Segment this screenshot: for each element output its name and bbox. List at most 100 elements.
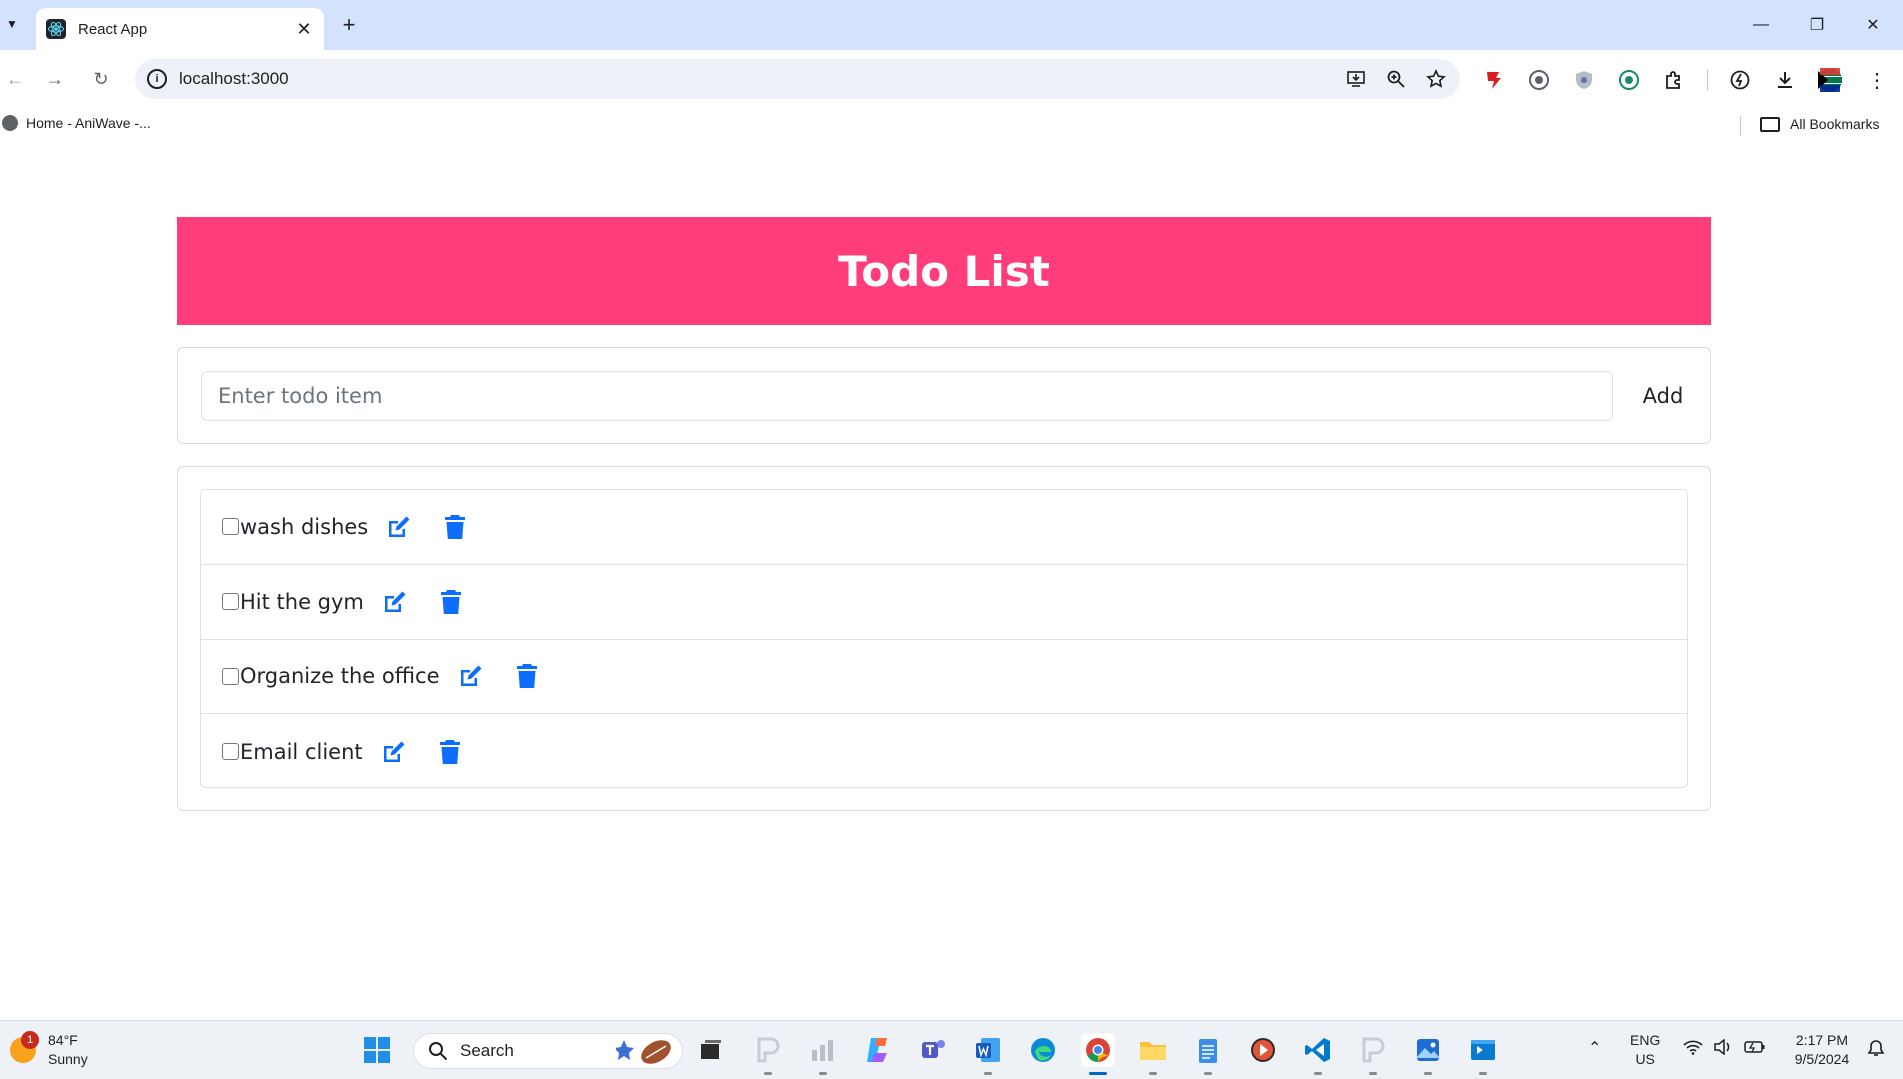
bookmark-aniwave[interactable]: Home - AniWave -... <box>2 115 151 131</box>
address-bar[interactable]: i localhost:3000 <box>135 59 1460 99</box>
todo-checkbox[interactable] <box>222 667 239 685</box>
todo-input[interactable] <box>201 371 1613 421</box>
tab-search-icon[interactable]: ▼ <box>2 14 22 34</box>
app-header: Todo List <box>177 217 1711 325</box>
clock-date: 9/5/2024 <box>1794 1051 1850 1067</box>
language-code: ENG <box>1630 1032 1661 1048</box>
avatar[interactable] <box>1816 66 1844 94</box>
file-explorer-icon[interactable] <box>1136 1033 1170 1075</box>
wifi-icon[interactable] <box>1683 1039 1703 1060</box>
extension-red-icon[interactable] <box>1480 66 1508 94</box>
edit-icon[interactable] <box>456 661 486 691</box>
weather-condition: Sunny <box>48 1051 88 1067</box>
chrome-icon[interactable] <box>1081 1033 1115 1075</box>
back-icon[interactable]: ← <box>0 64 30 94</box>
extensions-puzzle-icon[interactable] <box>1660 66 1688 94</box>
todo-list-card: wash dishes Hit the gym Organize the off… <box>177 466 1711 811</box>
globe-icon <box>2 115 18 131</box>
minimize-icon[interactable]: — <box>1741 10 1781 40</box>
reload-icon[interactable]: ↻ <box>86 64 116 94</box>
clock-time: 2:17 PM <box>1795 1032 1849 1048</box>
todo-text: Email client <box>240 739 363 764</box>
region-code: US <box>1635 1051 1655 1067</box>
edge-icon[interactable] <box>1026 1033 1060 1067</box>
language-indicator[interactable]: ENG US <box>1630 1031 1660 1069</box>
zoom-icon[interactable] <box>1380 63 1412 95</box>
volume-icon[interactable] <box>1713 1038 1733 1060</box>
teams-icon[interactable] <box>916 1033 950 1067</box>
chart-app-icon[interactable] <box>806 1033 840 1075</box>
list-item: Organize the office <box>201 640 1687 715</box>
edit-icon[interactable] <box>380 587 410 617</box>
vscode-icon[interactable] <box>1301 1033 1335 1075</box>
browser-toolbar: ← → ↻ i localhost:3000 ⋮ <box>0 50 1903 108</box>
all-bookmarks-label: All Bookmarks <box>1790 116 1880 132</box>
trash-icon[interactable] <box>440 512 470 542</box>
bookmark-star-icon[interactable] <box>1420 63 1452 95</box>
bookmark-label: Home - AniWave -... <box>26 115 151 131</box>
photos-icon[interactable] <box>1411 1033 1445 1075</box>
todo-checkbox[interactable] <box>222 518 239 536</box>
app-p-icon-2[interactable] <box>1356 1033 1390 1075</box>
notifications-icon[interactable] <box>1867 1039 1885 1062</box>
download-icon[interactable] <box>1771 66 1799 94</box>
copilot-icon[interactable] <box>861 1033 895 1067</box>
todo-text: Organize the office <box>240 664 440 689</box>
menu-kebab-icon[interactable]: ⋮ <box>1863 66 1891 94</box>
list-item: Email client <box>201 714 1687 789</box>
temperature: 84°F <box>48 1032 78 1048</box>
browser-tab[interactable]: React App ✕ <box>36 8 324 50</box>
add-button[interactable]: Add <box>1628 371 1698 421</box>
trash-icon[interactable] <box>435 737 465 767</box>
show-hidden-icons-icon[interactable]: ⌃ <box>1588 1039 1601 1058</box>
notification-badge: 1 <box>21 1031 39 1049</box>
edit-icon[interactable] <box>384 512 414 542</box>
taskbar-search[interactable]: Search <box>413 1033 683 1069</box>
add-todo-card: Add <box>177 347 1711 444</box>
close-window-icon[interactable]: ✕ <box>1853 10 1893 40</box>
todo-text: wash dishes <box>240 514 369 539</box>
trash-icon[interactable] <box>512 661 542 691</box>
app-p-icon[interactable] <box>751 1033 785 1075</box>
todo-text: Hit the gym <box>240 589 364 614</box>
bookmarks-divider <box>1740 116 1741 136</box>
word-icon[interactable] <box>971 1033 1005 1075</box>
todo-checkbox[interactable] <box>222 593 239 611</box>
todo-checkbox[interactable] <box>222 743 239 761</box>
search-label: Search <box>460 1041 514 1060</box>
folder-icon <box>1760 116 1780 132</box>
url-text[interactable]: localhost:3000 <box>179 69 1340 89</box>
all-bookmarks-button[interactable]: All Bookmarks <box>1760 116 1879 132</box>
site-info-icon[interactable]: i <box>147 69 167 89</box>
list-item: wash dishes <box>201 490 1687 565</box>
notepad-icon[interactable] <box>1191 1033 1225 1075</box>
bookmarks-bar: Home - AniWave -... All Bookmarks <box>0 108 1903 142</box>
search-icon <box>429 1042 448 1061</box>
forward-icon[interactable]: → <box>40 64 70 94</box>
search-highlight-icon <box>616 1040 671 1064</box>
browser-tab-strip: ▼ React App ✕ + — ❐ ✕ <box>0 0 1903 50</box>
battery-icon[interactable] <box>1744 1039 1766 1060</box>
windows-start-icon[interactable] <box>360 1033 394 1067</box>
react-icon <box>46 19 66 39</box>
task-view-icon[interactable] <box>694 1033 728 1067</box>
extension-gray-icon[interactable] <box>1525 66 1553 94</box>
clock[interactable]: 2:17 PM 9/5/2024 <box>1782 1031 1862 1069</box>
sun-icon: 1 <box>10 1031 39 1063</box>
extension-green-icon[interactable] <box>1615 66 1643 94</box>
shield-icon[interactable] <box>1570 66 1598 94</box>
new-tab-icon[interactable]: + <box>336 12 362 38</box>
edit-icon[interactable] <box>379 737 409 767</box>
todo-list: wash dishes Hit the gym Organize the off… <box>200 489 1688 788</box>
restore-icon[interactable]: ❐ <box>1797 10 1837 40</box>
page-title: Todo List <box>838 246 1050 296</box>
weather-widget[interactable]: 1 84°F Sunny <box>10 1031 88 1069</box>
taskbar: 1 84°F Sunny Search ⌃ ENG US 2:17 PM 9/5… <box>0 1020 1903 1079</box>
terminal-app-icon[interactable] <box>1466 1033 1500 1075</box>
install-app-icon[interactable] <box>1340 63 1372 95</box>
list-item: Hit the gym <box>201 565 1687 640</box>
close-tab-icon[interactable]: ✕ <box>292 17 316 41</box>
media-player-icon[interactable] <box>1246 1033 1280 1067</box>
trash-icon[interactable] <box>436 587 466 617</box>
performance-icon[interactable] <box>1726 66 1754 94</box>
